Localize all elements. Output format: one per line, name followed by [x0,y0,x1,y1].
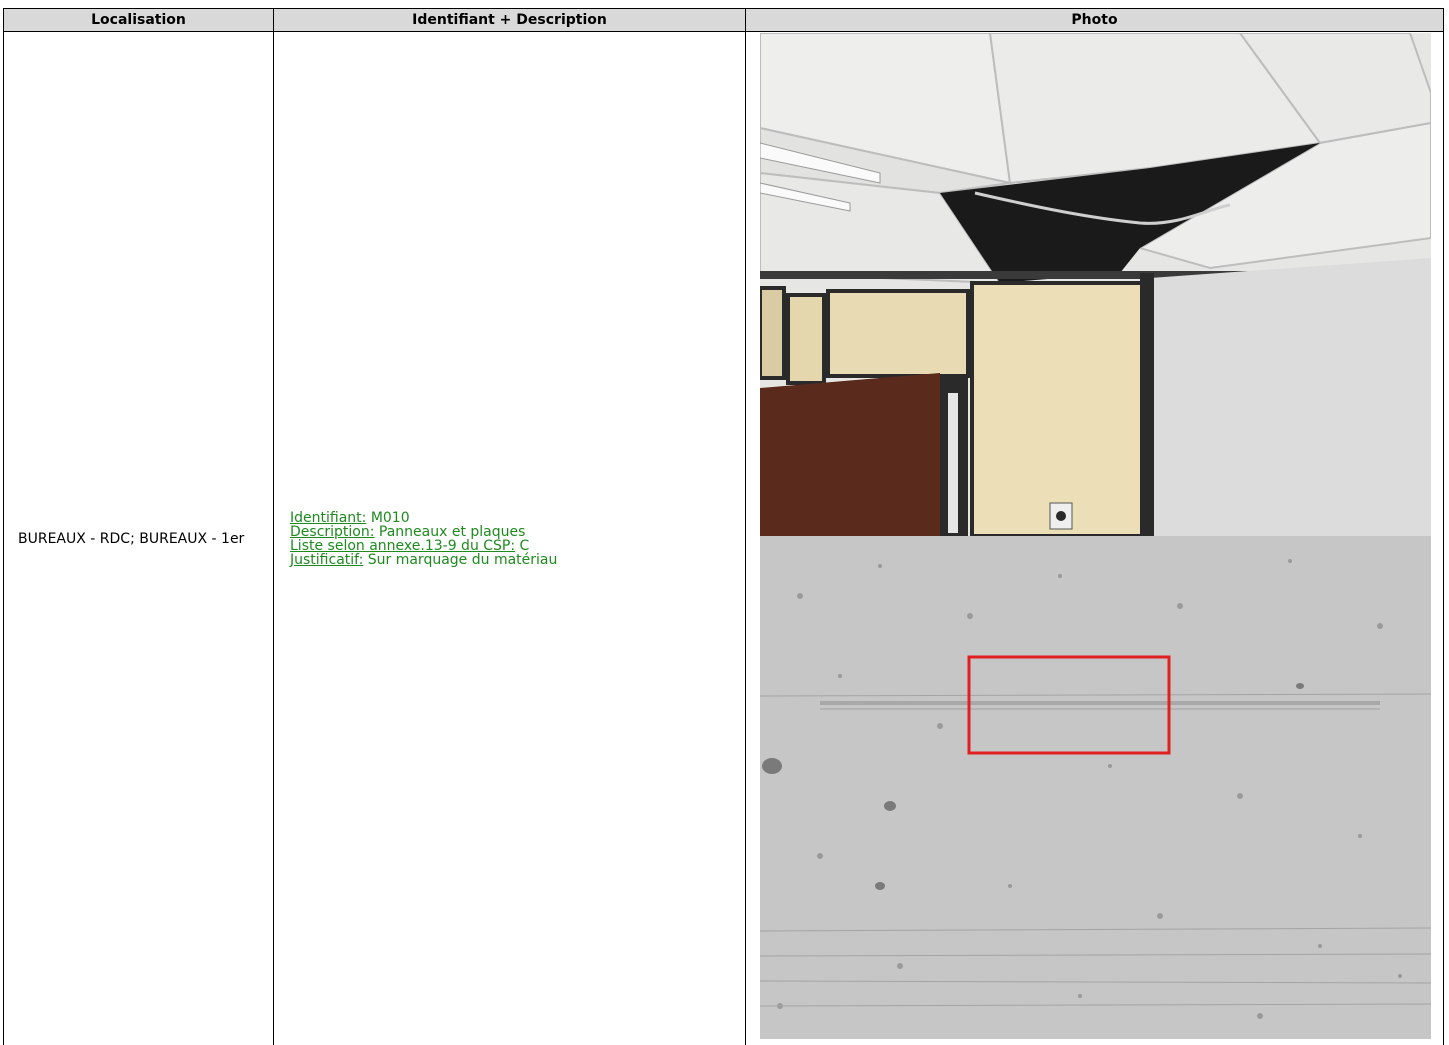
table-header-row: Localisation Identifiant + Description P… [3,8,1444,32]
localisation-text: BUREAUX - RDC; BUREAUX - 1er [18,530,245,547]
identifiant-description-cell: Identifiant: M010 Description: Panneaux … [273,31,746,1045]
ceiling-photo [760,33,1431,536]
table-row: BUREAUX - RDC; BUREAUX - 1er Identifiant… [3,31,1444,1045]
liste-line: Liste selon annexe.13-9 du CSP: C [290,539,729,553]
photo-cell [745,31,1444,1045]
localisation-cell: BUREAUX - RDC; BUREAUX - 1er [3,31,274,1045]
justificatif-line: Justificatif: Sur marquage du matériau [290,553,729,567]
description-line: Description: Panneaux et plaques [290,525,729,539]
header-localisation: Localisation [3,8,274,32]
header-identifiant-description: Identifiant + Description [273,8,746,32]
asbestos-report-table: Localisation Identifiant + Description P… [3,8,1444,1045]
justificatif-label: Justificatif: [290,551,364,568]
material-marking-photo [760,536,1431,1039]
identifiant-line: Identifiant: M010 [290,511,729,525]
header-photo: Photo [745,8,1444,32]
justificatif-value: Sur marquage du matériau [367,551,558,568]
